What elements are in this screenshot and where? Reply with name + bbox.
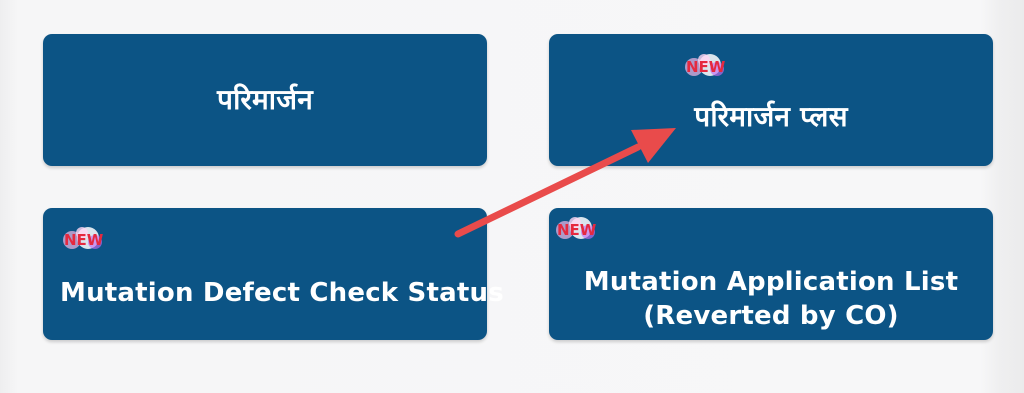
svg-text:NEW: NEW: [64, 231, 104, 249]
tile-parimarjan-label: परिमार्जन: [217, 83, 313, 116]
tile-mutation-application-list-line2: (Reverted by CO): [643, 301, 899, 331]
tile-parimarjan-plus[interactable]: NEW परिमार्जन प्लस: [549, 34, 993, 166]
svg-text:NEW: NEW: [557, 221, 597, 239]
new-badge-icon: NEW: [680, 51, 728, 81]
tile-parimarjan[interactable]: परिमार्जन: [43, 34, 487, 166]
new-badge-icon: NEW: [58, 224, 106, 254]
tile-mutation-defect-check-status-label: Mutation Defect Check Status: [60, 278, 504, 308]
tile-parimarjan-plus-label: परिमार्जन प्लस: [694, 100, 848, 133]
tile-mutation-application-list-label: Mutation Application List (Reverted by C…: [549, 265, 993, 333]
tile-mutation-defect-check-status[interactable]: NEW Mutation Defect Check Status: [43, 208, 504, 340]
svg-text:NEW: NEW: [686, 58, 726, 76]
tile-mutation-application-list-line1: Mutation Application List: [583, 267, 959, 297]
new-badge-icon: NEW: [551, 214, 599, 244]
tile-mutation-application-list[interactable]: NEW Mutation Application List (Reverted …: [549, 208, 993, 340]
